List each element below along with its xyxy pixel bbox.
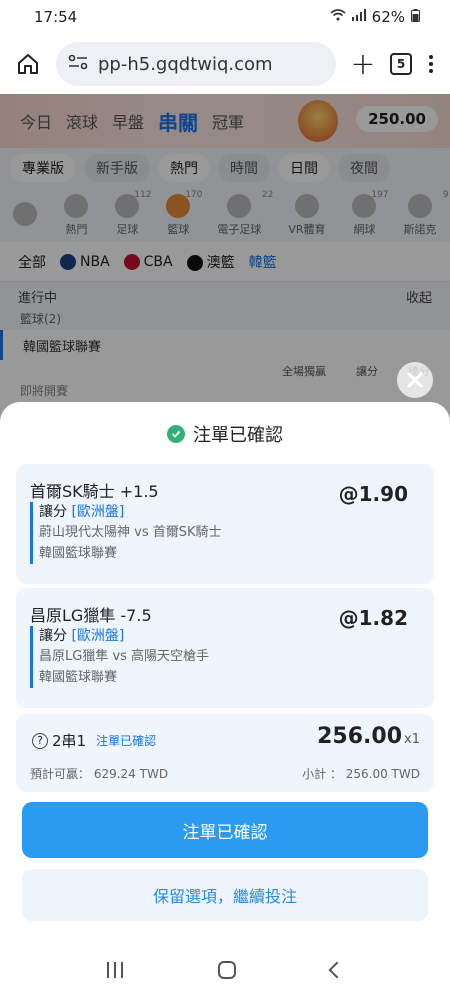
site-settings-icon[interactable]: [68, 54, 88, 75]
back-icon[interactable]: [328, 961, 346, 979]
market-type: 讓分 [歐洲盤]: [39, 628, 125, 644]
battery-percent: 62%: [371, 8, 405, 26]
tab-switcher-button[interactable]: 5: [390, 53, 412, 75]
stake-amount: 256.00 x1: [317, 724, 420, 749]
selection-title: 首爾SK騎士 +1.5: [30, 482, 159, 501]
selection-title: 昌原LG獵隼 -7.5: [30, 606, 152, 625]
parlay-type: 2串1: [52, 732, 87, 750]
battery-icon: [411, 8, 420, 26]
estimated-win: 預計可贏： 629.24 TWD: [30, 767, 169, 781]
confirm-button[interactable]: 注單已確認: [22, 802, 428, 858]
parlay-summary: ? 2串1 注單已確認 256.00 x1 預計可贏： 629.24 TWD 小計…: [16, 714, 434, 792]
tab-count: 5: [396, 57, 406, 71]
subtotal: 小計 ： 256.00 TWD: [302, 767, 420, 781]
home-nav-icon[interactable]: [217, 961, 236, 979]
selection-card: 首爾SK騎士 +1.5 @1.90 讓分 [歐洲盤] 蔚山現代太陽神 vs 首爾…: [16, 464, 434, 584]
more-menu-icon[interactable]: [426, 55, 436, 73]
browser-toolbar: pp-h5.gqdtwiq.com + 5: [0, 34, 450, 94]
sheet-header: 注單已確認: [0, 402, 450, 466]
keep-selections-button[interactable]: 保留選項，繼續投注: [22, 869, 428, 921]
market-type: 讓分 [歐洲盤]: [39, 504, 125, 520]
match-name: 昌原LG獵隼 vs 高陽天空槍手: [39, 649, 210, 664]
sheet-title: 注單已確認: [193, 425, 283, 446]
bet-confirmation-sheet: 注單已確認 首爾SK騎士 +1.5 @1.90 讓分 [歐洲盤] 蔚山現代太陽神…: [0, 402, 450, 1000]
match-name: 蔚山現代太陽神 vs 首爾SK騎士: [39, 525, 222, 540]
url-bar[interactable]: pp-h5.gqdtwiq.com: [56, 42, 336, 86]
help-icon[interactable]: ?: [32, 732, 48, 749]
stake-multiplier: x1: [404, 732, 420, 747]
status-time: 17:54: [34, 8, 78, 26]
check-circle-icon: [167, 425, 185, 443]
status-bar: 17:54 62%: [0, 0, 450, 34]
selection-detail: 讓分 [歐洲盤] 昌原LG獵隼 vs 高陽天空槍手 韓國籃球聯賽: [30, 626, 209, 688]
selection-odds: @1.90: [338, 482, 408, 506]
selection-odds: @1.82: [338, 606, 408, 630]
system-nav-bar: [0, 940, 450, 1000]
recent-apps-icon[interactable]: [107, 962, 124, 978]
league-name: 韓國籃球聯賽: [39, 546, 118, 561]
parlay-status: 注單已確認: [96, 734, 157, 748]
league-name: 韓國籃球聯賽: [39, 670, 118, 685]
selection-card: 昌原LG獵隼 -7.5 @1.82 讓分 [歐洲盤] 昌原LG獵隼 vs 高陽天…: [16, 588, 434, 708]
status-icons: 62%: [330, 8, 420, 26]
home-icon[interactable]: [14, 50, 42, 78]
close-icon[interactable]: [397, 362, 433, 398]
signal-icon: [351, 9, 366, 25]
selection-detail: 讓分 [歐洲盤] 蔚山現代太陽神 vs 首爾SK騎士 韓國籃球聯賽: [30, 502, 222, 564]
wifi-icon: [330, 9, 346, 25]
url-text: pp-h5.gqdtwiq.com: [98, 53, 273, 75]
new-tab-icon[interactable]: +: [350, 47, 376, 82]
parlay-info: ? 2串1 注單已確認: [32, 730, 156, 751]
